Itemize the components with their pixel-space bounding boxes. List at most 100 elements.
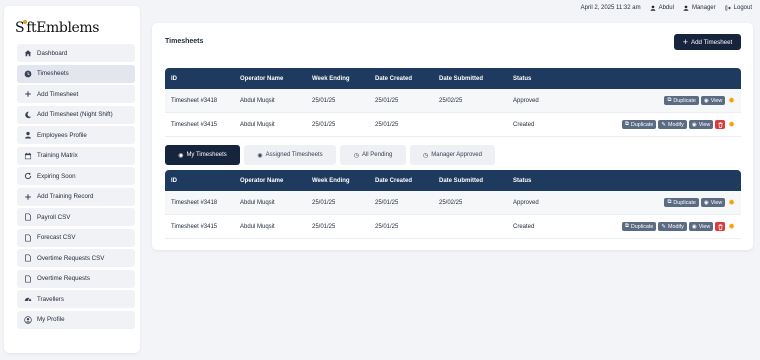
column-header[interactable]: Date Created — [375, 76, 439, 82]
sidebar-item-overtime-requests-csv[interactable]: Overtime Requests CSV — [17, 249, 135, 267]
tab-my-timesheets[interactable]: ◉ My Timesheets — [165, 145, 240, 165]
cell-week-ending: 25/01/25 — [312, 223, 336, 230]
view-button[interactable]: ◉ View — [700, 96, 726, 105]
cell-date-created: 25/01/25 — [375, 121, 399, 128]
column-header[interactable]: Date Created — [375, 178, 439, 184]
gear-icon[interactable]: ✹ — [728, 120, 735, 129]
edit-icon: ✎ — [661, 121, 666, 128]
logout-link[interactable]: Logout — [725, 5, 752, 11]
column-header[interactable]: ID — [165, 76, 240, 82]
cell-date-submitted: 25/02/25 — [439, 97, 463, 104]
logout-label: Logout — [733, 5, 752, 11]
column-header[interactable]: Status — [513, 178, 573, 184]
moon-icon — [23, 110, 33, 120]
duplicate-button[interactable]: ⧉ Duplicate — [621, 120, 657, 129]
cell-id: Timesheet #3415 — [171, 223, 218, 230]
calendar-icon — [23, 151, 33, 161]
copy-icon: ⧉ — [667, 97, 672, 103]
cell-id: Timesheet #3415 — [171, 121, 218, 128]
user-name: Abdul — [658, 5, 674, 11]
column-header[interactable]: Status — [513, 76, 573, 82]
sidebar-item-dashboard[interactable]: Dashboard — [17, 44, 135, 62]
user-role: Manager — [691, 5, 716, 11]
sidebar-item-label: Payroll CSV — [37, 213, 71, 221]
sidebar-item-label: Timesheets — [37, 70, 69, 77]
cell-operator: Abdul Muqsit — [240, 223, 275, 230]
gear-icon[interactable]: ✹ — [728, 222, 735, 231]
eye-icon: ◉ — [691, 223, 697, 230]
sidebar-item-payroll-csv[interactable]: Payroll CSV — [17, 208, 135, 226]
column-header[interactable]: Week Ending — [312, 178, 375, 184]
column-header[interactable]: Operator Name — [240, 178, 312, 184]
column-header[interactable]: ID — [165, 178, 240, 184]
trash-icon — [718, 121, 723, 128]
sidebar-item-label: Add Timesheet (Night Shift) — [37, 111, 113, 118]
column-header[interactable]: Operator Name — [240, 76, 312, 82]
table-row[interactable]: Timesheet #3415 Abdul Muqsit 25/01/25 25… — [165, 113, 741, 137]
trash-icon — [718, 223, 723, 230]
add-timesheet-button[interactable]: + Add Timesheet — [674, 34, 741, 50]
cell-date-created: 25/01/25 — [375, 97, 399, 104]
delete-button[interactable] — [715, 222, 726, 231]
role-menu[interactable]: Manager — [683, 5, 716, 11]
sidebar-item-add-timesheet[interactable]: Add Timesheet — [17, 85, 135, 103]
copy-icon: ⧉ — [624, 223, 629, 229]
tab-all-pending[interactable]: ◷ All Pending — [340, 145, 406, 165]
view-button[interactable]: ◉ View — [688, 222, 714, 231]
view-button[interactable]: ◉ View — [688, 120, 714, 129]
duplicate-button[interactable]: ⧉ Duplicate — [621, 222, 657, 231]
home-icon — [23, 48, 33, 58]
circle-arrow-icon: ◉ — [178, 152, 184, 159]
eye-icon: ◉ — [703, 199, 709, 206]
edit-icon: ✎ — [661, 223, 666, 230]
cell-date-created: 25/01/25 — [375, 199, 399, 206]
column-header[interactable]: Week Ending — [312, 76, 375, 82]
sidebar-item-label: Add Timesheet — [37, 90, 79, 98]
file-icon — [23, 253, 33, 263]
sidebar-item-label: Travellers — [37, 295, 64, 303]
modify-button[interactable]: ✎ Modify — [658, 120, 687, 129]
duplicate-button[interactable]: ⧉ Duplicate — [664, 96, 699, 105]
user-icon — [23, 130, 33, 140]
sidebar-item-label: Training Matrix — [37, 152, 78, 159]
sidebar-item-add-training-record[interactable]: Add Training Record — [17, 187, 135, 206]
tab-assigned-timesheets[interactable]: ◉ Assigned Timesheets — [244, 145, 336, 165]
sidebar-item-forecast-csv[interactable]: Forecast CSV — [17, 228, 135, 247]
sidebar-item-training-matrix[interactable]: Training Matrix — [17, 146, 135, 165]
user-icon — [683, 5, 689, 11]
current-date: April 2, 2025 11:32 am — [580, 5, 641, 11]
delete-button[interactable] — [715, 120, 726, 129]
column-header[interactable]: Date Submitted — [439, 76, 513, 82]
timesheet-filter-tabs: ◉ My Timesheets ◉ Assigned Timesheets ◷ All… — [165, 145, 499, 165]
cell-week-ending: 25/01/25 — [312, 121, 336, 128]
cell-week-ending: 25/01/25 — [312, 97, 336, 104]
sidebar-item-timesheets[interactable]: Timesheets — [17, 64, 135, 83]
timesheets-table-bottom: ID Operator Name Week Ending Date Create… — [165, 170, 741, 239]
cell-id: Timesheet #3418 — [171, 199, 218, 206]
sidebar-item-label: Employees Profile — [37, 131, 87, 139]
table-row[interactable]: Timesheet #3415 Abdul Muqsit 25/01/25 25… — [165, 215, 741, 239]
sidebar-item-add-timesheet-night[interactable]: Add Timesheet (Night Shift) — [17, 105, 135, 124]
gear-icon[interactable]: ✹ — [728, 198, 735, 207]
gauge-icon — [23, 294, 33, 304]
sidebar-item-employees-profile[interactable]: Employees Profile — [17, 126, 135, 144]
sidebar-item-overtime-requests[interactable]: Overtime Requests — [17, 269, 135, 288]
sidebar-item-expiring-soon[interactable]: Expiring Soon — [17, 167, 135, 185]
table-row[interactable]: Timesheet #3418 Abdul Muqsit 25/01/25 25… — [165, 89, 741, 113]
brand-logo[interactable]: SftEmblems — [15, 20, 99, 36]
duplicate-button[interactable]: ⧉ Duplicate — [664, 198, 699, 207]
gear-icon[interactable]: ✹ — [728, 96, 735, 105]
sidebar-item-label: Dashboard — [37, 49, 68, 57]
sidebar-item-travellers[interactable]: Travellers — [17, 290, 135, 308]
user-menu[interactable]: Abdul — [650, 5, 674, 11]
sidebar-item-my-profile[interactable]: My Profile — [17, 310, 135, 329]
sidebar-item-label: My Profile — [37, 316, 65, 323]
view-button[interactable]: ◉ View — [700, 198, 726, 207]
cell-status: Created — [513, 223, 535, 230]
tab-manager-approved[interactable]: ◷ Manager Approved — [410, 145, 495, 165]
table-row[interactable]: Timesheet #3418 Abdul Muqsit 25/01/25 25… — [165, 191, 741, 215]
eye-icon: ◉ — [691, 121, 697, 128]
column-header[interactable]: Date Submitted — [439, 178, 513, 184]
modify-button[interactable]: ✎ Modify — [658, 222, 687, 231]
timesheets-table-top: ID Operator Name Week Ending Date Create… — [165, 68, 741, 137]
